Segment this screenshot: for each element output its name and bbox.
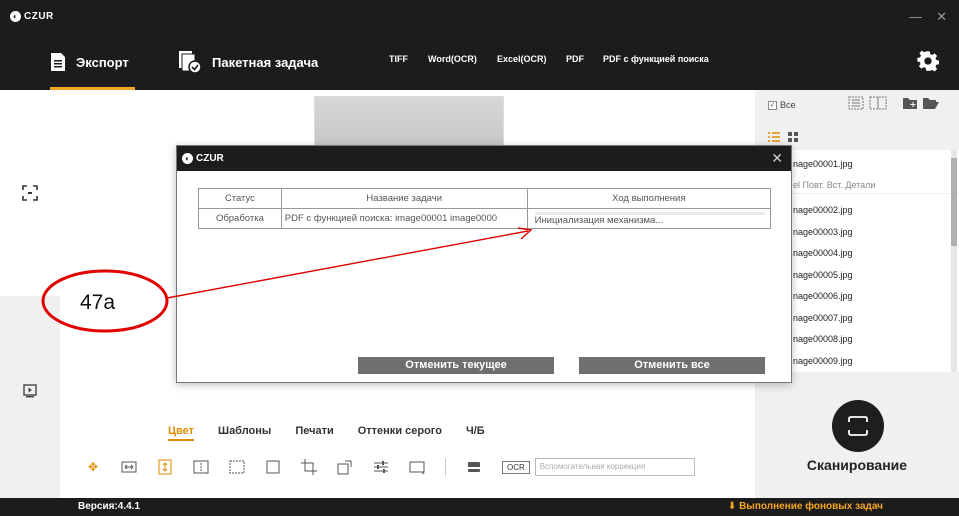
- background-tasks-label: Выполнение фоновых задач: [739, 501, 883, 512]
- title-bar: ◐ CZUR — ✕: [0, 0, 959, 34]
- dialog-brand: CZUR: [196, 153, 224, 164]
- scan-button[interactable]: [832, 400, 884, 452]
- table-row[interactable]: Обработка PDF с функцией поиска: image00…: [198, 208, 772, 229]
- format-excel-ocr[interactable]: Excel(OCR): [497, 54, 547, 64]
- minimize-button[interactable]: —: [909, 9, 922, 25]
- export-button[interactable]: Экспорт: [50, 34, 135, 90]
- rotate-icon[interactable]: [337, 459, 353, 475]
- left-sidebar: [0, 90, 60, 498]
- color-mode-tabs: Цвет Шаблоны Печати Оттенки серого Ч/Б: [168, 425, 485, 441]
- app-brand: CZUR: [24, 11, 54, 22]
- progress-bar: [534, 212, 765, 215]
- batch-progress-dialog: ◐ CZUR ✕ Статус Название задачи Ход выпо…: [176, 145, 792, 383]
- fit-height-icon[interactable]: [157, 459, 173, 475]
- left-sidebar-lower: [0, 296, 60, 498]
- file-panel-header: ✓ Все: [755, 90, 959, 150]
- double-page-view-icon[interactable]: [869, 96, 887, 110]
- task-progress: Инициализация механизма...: [526, 208, 772, 229]
- tab-grayscale[interactable]: Оттенки серого: [358, 425, 442, 441]
- open-folder-icon[interactable]: [922, 96, 940, 110]
- tab-stamps[interactable]: Печати: [295, 425, 333, 441]
- move-icon[interactable]: ✥: [85, 459, 101, 475]
- close-button[interactable]: ✕: [936, 9, 947, 25]
- format-tiff[interactable]: TIFF: [389, 54, 408, 64]
- list-view-icon[interactable]: [768, 132, 780, 142]
- adjust-sliders-icon[interactable]: [373, 459, 389, 475]
- preview-play-icon[interactable]: [23, 384, 37, 398]
- gear-icon[interactable]: [917, 50, 939, 72]
- czur-logo-icon: ◐: [182, 153, 193, 164]
- select-all-checkbox[interactable]: ✓: [768, 100, 777, 110]
- format-pdf[interactable]: PDF: [566, 54, 584, 64]
- batch-task-button[interactable]: Пакетная задача: [178, 34, 318, 90]
- dialog-logo: ◐ CZUR: [182, 153, 224, 164]
- dialog-title-bar: ◐ CZUR ✕: [177, 146, 791, 171]
- edit-tools: ✥ OCR Вспомогательная коррекция: [85, 456, 695, 478]
- header-task-name: Название задачи: [280, 188, 528, 209]
- tab-templates[interactable]: Шаблоны: [218, 425, 271, 441]
- crop-frame-icon[interactable]: [22, 185, 38, 201]
- task-status: Обработка: [198, 208, 282, 229]
- annotation-label: 47a: [80, 291, 116, 314]
- scan-frame-icon: [848, 416, 868, 436]
- background-task-icon: ⬇: [727, 501, 737, 512]
- window-controls: — ✕: [909, 9, 947, 25]
- task-name: PDF с функцией поиска: image00001 image0…: [280, 208, 528, 229]
- background-tasks-link[interactable]: ⬇ Выполнение фоновых задач: [728, 501, 883, 512]
- crop-icon[interactable]: [301, 459, 317, 475]
- frame-icon[interactable]: [265, 459, 281, 475]
- header-progress: Ход выполнения: [526, 188, 772, 209]
- cancel-current-button[interactable]: Отменить текущее: [358, 357, 554, 374]
- header-status: Статус: [198, 188, 282, 209]
- tool-divider: [445, 458, 446, 476]
- batch-task-label: Пакетная задача: [212, 54, 319, 70]
- dialog-close-button[interactable]: ✕: [771, 150, 783, 167]
- task-table-header: Статус Название задачи Ход выполнения: [198, 188, 772, 209]
- format-pdf-searchable[interactable]: PDF с функцией поиска: [603, 54, 709, 64]
- single-page-view-icon[interactable]: [848, 96, 864, 110]
- grid-view-icon[interactable]: [788, 132, 798, 142]
- add-folder-icon[interactable]: [902, 96, 918, 110]
- split-page-icon[interactable]: [193, 459, 209, 475]
- tab-color[interactable]: Цвет: [168, 425, 195, 441]
- cancel-all-button[interactable]: Отменить все: [579, 357, 765, 374]
- version-text: Версия:4.4.1: [78, 501, 141, 512]
- document-icon: [51, 53, 65, 71]
- app-logo: ◐ CZUR: [10, 11, 54, 22]
- scan-label: Сканирование: [806, 457, 908, 473]
- fit-width-icon[interactable]: [121, 459, 137, 475]
- export-label: Экспорт: [76, 54, 129, 70]
- scrollbar-thumb[interactable]: [951, 158, 957, 246]
- select-all[interactable]: ✓ Все: [768, 100, 796, 110]
- status-bar: Версия:4.4.1 ⬇ Выполнение фоновых задач: [0, 498, 959, 516]
- task-table: Статус Название задачи Ход выполнения Об…: [198, 188, 772, 229]
- deskew-icon[interactable]: [409, 459, 425, 475]
- ocr-toggle[interactable]: OCR: [502, 460, 530, 474]
- aux-correction-field[interactable]: Вспомогательная коррекция: [534, 458, 695, 476]
- select-all-label: Все: [780, 100, 796, 110]
- tab-bw[interactable]: Ч/Б: [466, 425, 485, 441]
- czur-logo-icon: ◐: [10, 11, 21, 22]
- main-toolbar: Экспорт Пакетная задача TIFF Word(OCR) E…: [0, 34, 959, 90]
- eraser-icon[interactable]: [466, 459, 482, 475]
- select-area-icon[interactable]: [229, 459, 245, 475]
- batch-document-icon: [179, 51, 202, 74]
- file-list-scrollbar[interactable]: [951, 150, 957, 372]
- format-word-ocr[interactable]: Word(OCR): [428, 54, 477, 64]
